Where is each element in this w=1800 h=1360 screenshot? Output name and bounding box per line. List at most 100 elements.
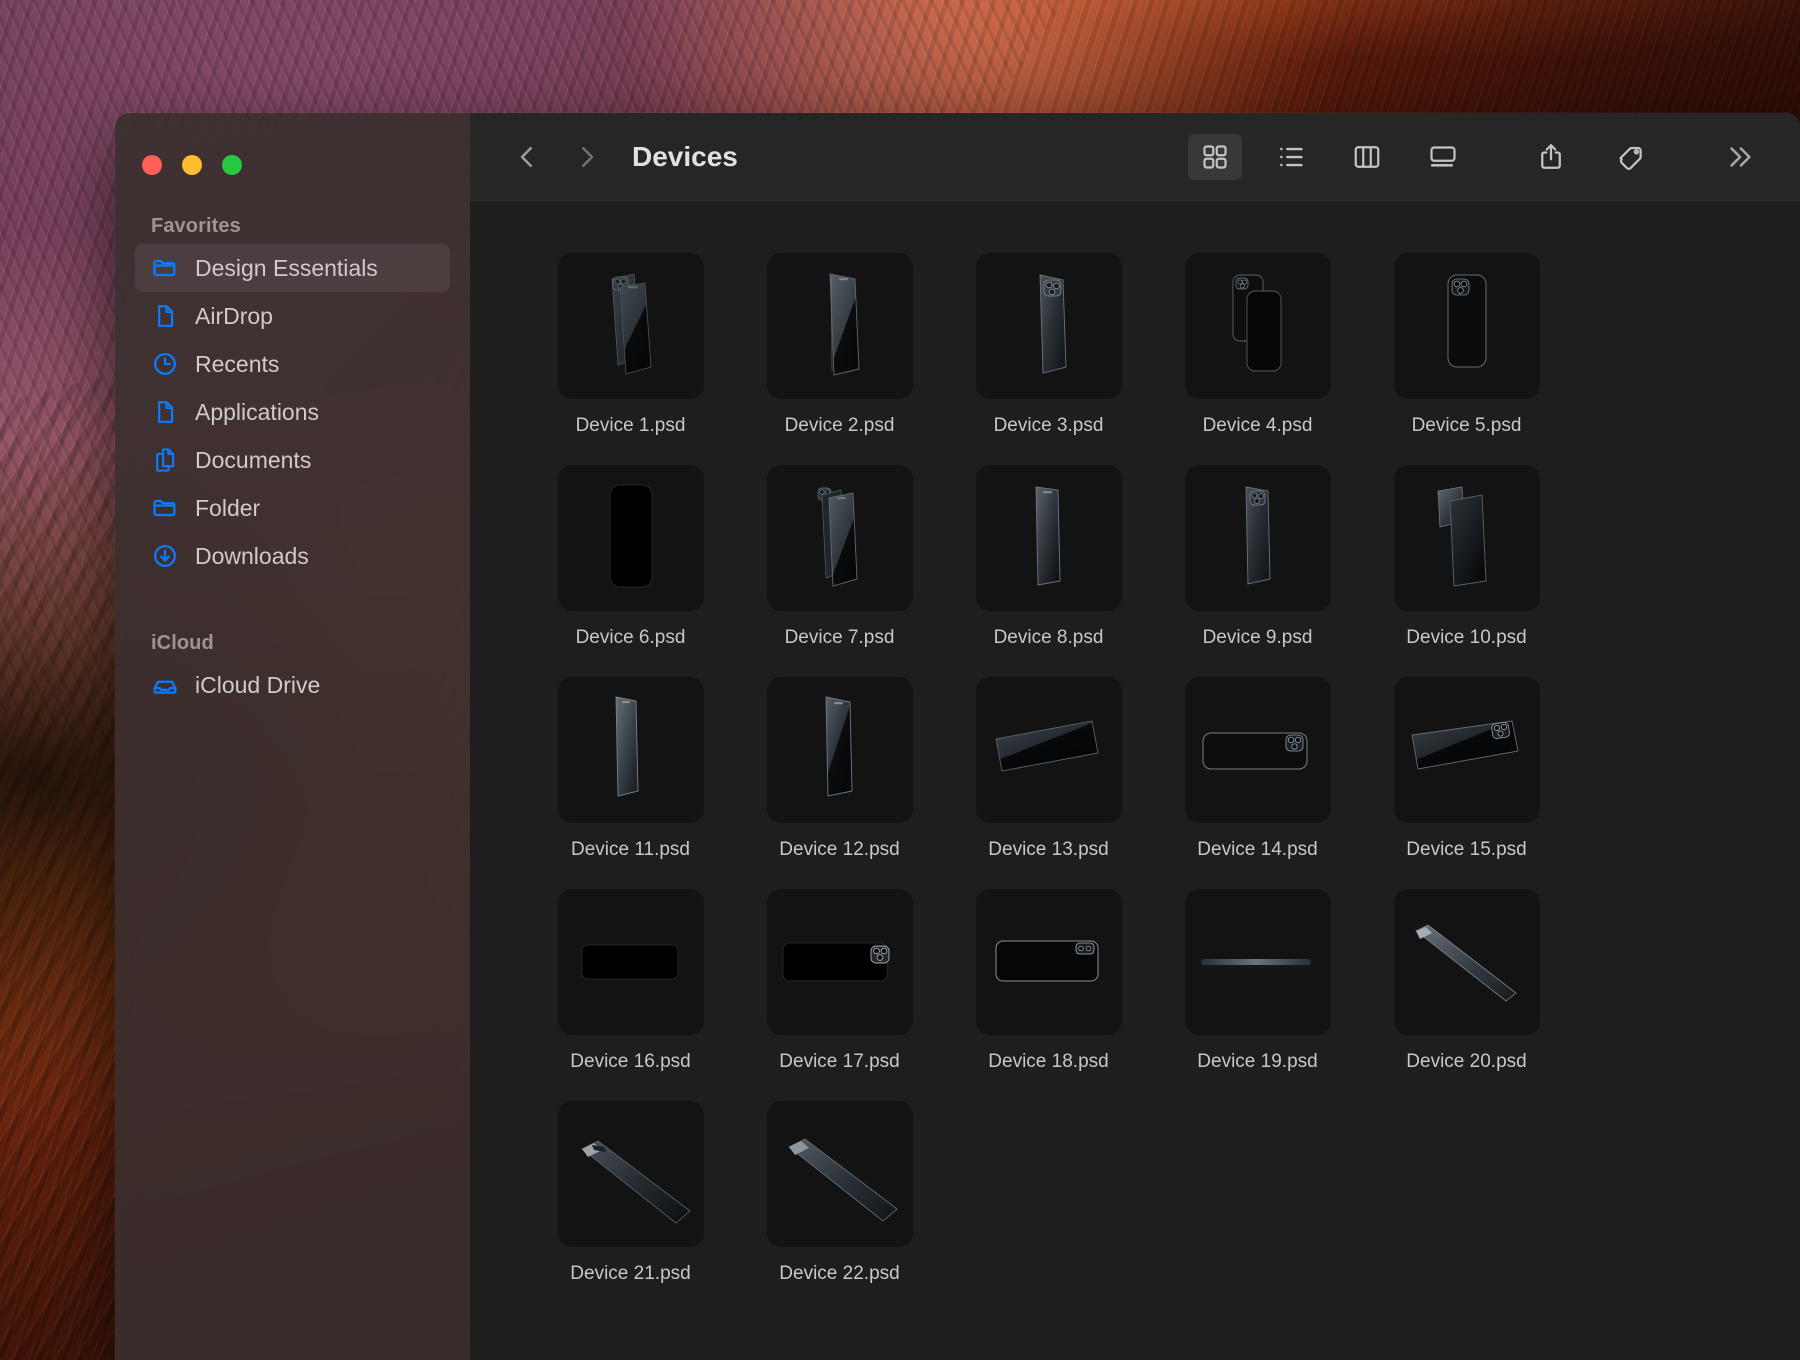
column-view-icon [1352, 142, 1382, 172]
file-name: Device 11.psd [571, 839, 690, 860]
sidebar-item-label: Applications [195, 398, 320, 425]
close-button[interactable] [142, 155, 162, 175]
documents-stack-icon [151, 446, 179, 474]
share-icon [1536, 142, 1566, 172]
file-item[interactable]: Device 20.psd [1362, 889, 1571, 1073]
grid-view-icon [1200, 142, 1230, 172]
list-view-icon [1276, 142, 1306, 172]
file-name: Device 18.psd [988, 1051, 1109, 1072]
sidebar-item-label: iCloud Drive [195, 671, 321, 698]
file-thumbnail [975, 677, 1122, 823]
file-thumbnail [975, 889, 1122, 1035]
chevron-right-icon [572, 142, 602, 172]
icon-view-button[interactable] [1188, 133, 1242, 180]
file-item[interactable]: Device 17.psd [735, 889, 944, 1073]
sidebar-item-airdrop[interactable]: AirDrop [135, 292, 450, 340]
file-name: Device 12.psd [779, 839, 900, 860]
file-thumbnail [766, 465, 913, 611]
sidebar-item-recents[interactable]: Recents [135, 340, 450, 388]
file-item[interactable]: Device 5.psd [1362, 253, 1571, 437]
sidebar-section-favorites: Favorites Design Essentials AirDrop Rece… [115, 215, 470, 580]
file-item[interactable]: Device 4.psd [1153, 253, 1362, 437]
file-name: Device 14.psd [1197, 839, 1318, 860]
file-name: Device 6.psd [575, 627, 686, 648]
chevron-left-icon [512, 142, 542, 172]
file-item[interactable]: Device 16.psd [526, 889, 735, 1073]
icloud-drive-icon [151, 671, 179, 699]
sidebar-item-applications[interactable]: Applications [135, 388, 450, 436]
file-thumbnail [766, 253, 913, 399]
file-name: Device 3.psd [993, 415, 1104, 436]
sidebar-item-icloud-drive[interactable]: iCloud Drive [135, 661, 450, 709]
main-content-pane: Devices Device 1.psd Device 2.psd Device… [470, 113, 1800, 1360]
share-button[interactable] [1524, 134, 1578, 180]
sidebar-item-label: AirDrop [195, 302, 273, 329]
gallery-view-icon [1428, 142, 1458, 172]
column-view-button[interactable] [1340, 134, 1394, 180]
sidebar-section-header-icloud: iCloud [151, 632, 214, 654]
file-name: Device 22.psd [779, 1263, 900, 1284]
file-thumbnail [766, 1101, 913, 1247]
file-item[interactable]: Device 19.psd [1153, 889, 1362, 1073]
maximize-button[interactable] [222, 155, 242, 175]
tags-button[interactable] [1604, 134, 1658, 180]
sidebar-item-documents[interactable]: Documents [135, 436, 450, 484]
file-item[interactable]: Device 9.psd [1153, 465, 1362, 649]
file-thumbnail [1393, 465, 1540, 611]
file-item[interactable]: Device 3.psd [944, 253, 1153, 437]
more-toolbar-items-button[interactable] [1712, 134, 1766, 180]
sidebar-item-label: Folder [195, 494, 261, 521]
file-thumbnail [975, 253, 1122, 399]
minimize-button[interactable] [182, 155, 202, 175]
file-thumbnail [1184, 253, 1331, 399]
file-thumbnail [1393, 677, 1540, 823]
sidebar-item-downloads[interactable]: Downloads [135, 532, 450, 580]
folder-icon [151, 494, 179, 522]
file-name: Device 21.psd [570, 1263, 691, 1284]
file-thumbnail [557, 465, 704, 611]
document-icon [151, 302, 179, 330]
file-item[interactable]: Device 2.psd [735, 253, 944, 437]
sidebar-item-folder[interactable]: Folder [135, 484, 450, 532]
file-item[interactable]: Device 21.psd [526, 1101, 735, 1285]
back-button[interactable] [504, 134, 550, 180]
list-view-button[interactable] [1264, 134, 1318, 180]
file-name: Device 19.psd [1197, 1051, 1318, 1072]
file-thumbnail [1393, 889, 1540, 1035]
file-name: Device 4.psd [1202, 415, 1313, 436]
file-name: Device 2.psd [784, 415, 895, 436]
file-item[interactable]: Device 18.psd [944, 889, 1153, 1073]
file-item[interactable]: Device 15.psd [1362, 677, 1571, 861]
file-item[interactable]: Device 11.psd [526, 677, 735, 861]
file-name: Device 9.psd [1202, 627, 1313, 648]
file-item[interactable]: Device 6.psd [526, 465, 735, 649]
sidebar-item-design-essentials[interactable]: Design Essentials [135, 244, 450, 292]
file-name: Device 20.psd [1406, 1051, 1527, 1072]
sidebar-item-label: Documents [195, 446, 312, 473]
file-name: Device 13.psd [988, 839, 1109, 860]
sidebar-item-label: Design Essentials [195, 254, 378, 281]
file-item[interactable]: Device 1.psd [526, 253, 735, 437]
file-name: Device 1.psd [575, 415, 686, 436]
sidebar-section-header-favorites: Favorites [151, 215, 241, 237]
file-item[interactable]: Device 8.psd [944, 465, 1153, 649]
file-grid-scroll-area[interactable]: Device 1.psd Device 2.psd Device 3.psd D… [470, 201, 1800, 1360]
file-item[interactable]: Device 7.psd [735, 465, 944, 649]
tag-icon [1616, 142, 1646, 172]
file-item[interactable]: Device 12.psd [735, 677, 944, 861]
file-name: Device 17.psd [779, 1051, 900, 1072]
file-item[interactable]: Device 22.psd [735, 1101, 944, 1285]
file-name: Device 5.psd [1411, 415, 1522, 436]
download-circle-icon [151, 542, 179, 570]
action-group [1520, 134, 1662, 180]
file-item[interactable]: Device 13.psd [944, 677, 1153, 861]
file-name: Device 8.psd [993, 627, 1104, 648]
file-thumbnail [1184, 889, 1331, 1035]
file-item[interactable]: Device 14.psd [1153, 677, 1362, 861]
gallery-view-button[interactable] [1416, 134, 1470, 180]
file-item[interactable]: Device 10.psd [1362, 465, 1571, 649]
file-name: Device 10.psd [1406, 627, 1527, 648]
toolbar: Devices [470, 113, 1800, 201]
forward-button[interactable] [564, 134, 610, 180]
folder-icon [151, 254, 179, 282]
